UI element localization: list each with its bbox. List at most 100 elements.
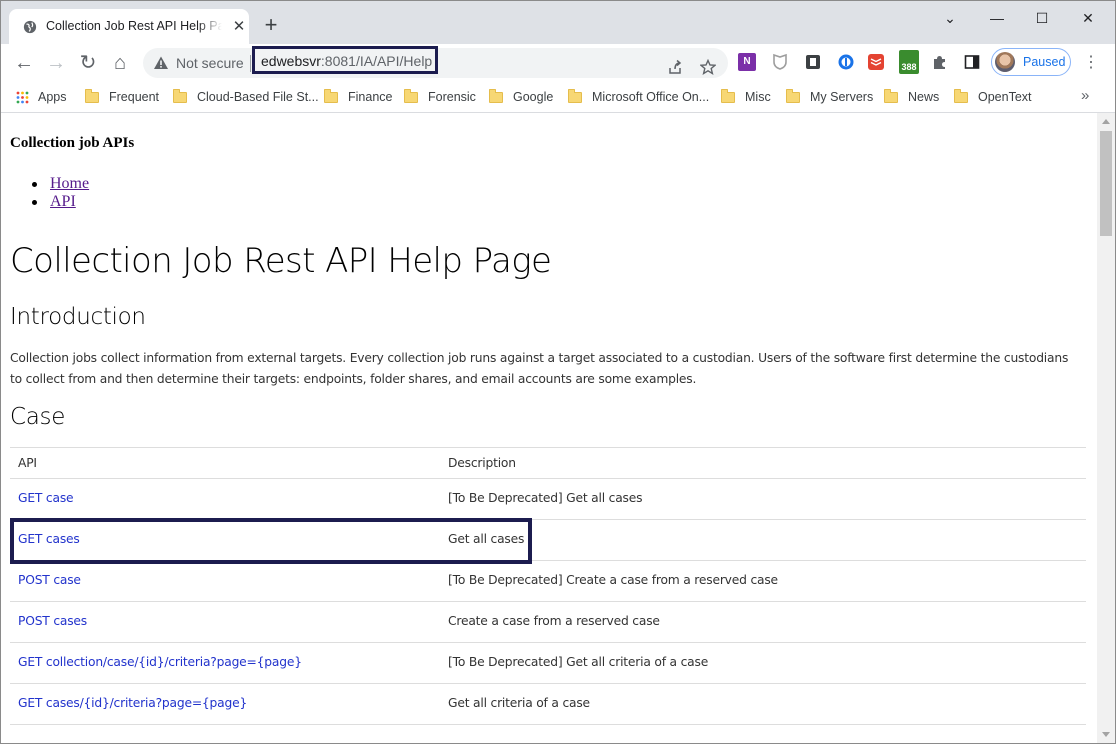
api-link[interactable]: POST cases [18, 614, 87, 628]
api-link[interactable]: API [50, 193, 76, 210]
reload-button[interactable]: ↻ [75, 50, 101, 76]
api-cell: GET collection/case/{id}/criteria?page={… [18, 655, 302, 669]
api-link[interactable]: POST case [18, 573, 81, 587]
bookmark-folder-finance[interactable]: Finance [324, 88, 392, 106]
section-heading-case: Case [10, 404, 66, 430]
bookmark-label: My Servers [810, 90, 874, 104]
tab-close-icon[interactable]: ✕ [231, 19, 247, 35]
tab-active[interactable]: Collection Job Rest API Help Page ✕ [9, 9, 249, 44]
table-bottom-border [10, 724, 1086, 735]
bookmark-label: OpenText [978, 90, 1032, 104]
bookmark-label: Frequent [109, 90, 160, 104]
tab-title: Collection Job Rest API Help Page [46, 19, 222, 33]
security-status[interactable]: Not secure [176, 55, 244, 71]
bookmark-label: Cloud-Based File St... [197, 90, 319, 104]
api-cell: POST cases [18, 614, 87, 628]
puzzle-icon[interactable] [931, 53, 949, 71]
counter-badge: 388 [901, 62, 917, 72]
folder-icon [404, 89, 418, 104]
bookmark-label: Microsoft Office On... [592, 90, 710, 104]
bookmark-star-icon[interactable] [700, 59, 716, 75]
folder-icon [568, 89, 582, 104]
description-cell: Create a case from a reserved case [448, 614, 660, 628]
vertical-scrollbar[interactable] [1097, 113, 1115, 743]
bookmark-label: Google [513, 90, 554, 104]
bookmark-folder-frequent[interactable]: Frequent [85, 88, 159, 106]
description-cell: Get all criteria of a case [448, 696, 590, 710]
share-icon[interactable] [667, 59, 683, 75]
bookmark-folder-opentext[interactable]: OpenText [954, 88, 1032, 106]
minimize-button[interactable]: — [977, 7, 1017, 29]
table-row: GET case [To Be Deprecated] Get all case… [10, 478, 1086, 519]
home-link[interactable]: Home [50, 175, 89, 192]
back-button[interactable]: ← [11, 50, 37, 76]
bookmarks-overflow-icon[interactable]: » [1081, 87, 1089, 104]
url-path: :8081/IA/API/Help [320, 53, 433, 69]
bookmark-folder-google[interactable]: Google [489, 88, 553, 106]
api-link[interactable]: GET cases/{id}/criteria?page={page} [18, 696, 247, 710]
api-link[interactable]: GET collection/case/{id}/criteria?page={… [18, 655, 302, 669]
menu-icon[interactable]: ⋮ [1083, 53, 1099, 73]
folder-icon [85, 89, 99, 104]
counter-extension-icon[interactable]: 388 [899, 50, 919, 74]
scroll-down-icon[interactable] [1102, 732, 1110, 737]
page-title: Collection Job Rest API Help Page [10, 241, 552, 281]
home-button[interactable]: ⌂ [107, 50, 133, 76]
tab-strip: Collection Job Rest API Help Page ✕ + ⌄ … [1, 1, 1115, 44]
nav-item-home: Home [31, 175, 89, 193]
shield-extension-icon[interactable] [771, 53, 789, 71]
folder-icon [954, 89, 968, 104]
column-header-description: Description [448, 456, 516, 470]
browser-toolbar: ← → ↻ ⌂ Not secure N 388 Paused ⋮ [1, 44, 1115, 82]
avatar [995, 52, 1015, 72]
apps-grid-icon [16, 91, 29, 104]
bookmark-label: Finance [348, 90, 393, 104]
api-cell: GET case [18, 491, 74, 505]
table-row: GET collection/case/{id}/criteria?page={… [10, 642, 1086, 683]
bookmark-label: News [908, 90, 940, 104]
table-header: API Description [10, 447, 1086, 478]
scrollbar-thumb[interactable] [1100, 131, 1112, 236]
password-extension-icon[interactable] [837, 53, 855, 71]
folder-icon [489, 89, 503, 104]
bookmark-folder-my-servers[interactable]: My Servers [786, 88, 873, 106]
table-row: GET cases/{id}/criteria?page={page} Get … [10, 683, 1086, 724]
description-cell: [To Be Deprecated] Get all cases [448, 491, 643, 505]
api-cell: GET cases/{id}/criteria?page={page} [18, 696, 247, 710]
bookmark-folder-news[interactable]: News [884, 88, 939, 106]
maximize-button[interactable]: ☐ [1022, 7, 1062, 29]
folder-icon [721, 89, 735, 104]
bookmark-apps[interactable]: Apps [16, 88, 67, 106]
scroll-up-icon[interactable] [1102, 119, 1110, 124]
forward-button[interactable]: → [43, 50, 69, 76]
bookmark-folder-forensic[interactable]: Forensic [404, 88, 476, 106]
bookmark-label: Forensic [428, 90, 476, 104]
api-link[interactable]: GET case [18, 491, 74, 505]
column-header-api: API [18, 456, 37, 470]
side-panel-icon[interactable] [963, 53, 981, 71]
todoist-icon[interactable] [867, 53, 885, 71]
table-row: POST cases Create a case from a reserved… [10, 601, 1086, 642]
url-host: edwebsvr [261, 53, 321, 69]
folder-icon [324, 89, 338, 104]
folder-icon [786, 89, 800, 104]
separator [250, 55, 251, 72]
bookmark-folder-cloud[interactable]: Cloud-Based File St... [173, 88, 319, 106]
warning-icon [154, 56, 168, 69]
api-table: API Description GET case [To Be Deprecat… [10, 447, 1086, 735]
row-highlight-box [10, 518, 532, 564]
description-cell: [To Be Deprecated] Create a case from a … [448, 573, 778, 587]
new-tab-button[interactable]: + [260, 14, 282, 36]
tab-search-icon[interactable]: ⌄ [930, 7, 970, 29]
intro-text: Collection jobs collect information from… [10, 351, 1069, 386]
description-cell: [To Be Deprecated] Get all criteria of a… [448, 655, 709, 669]
profile-button[interactable]: Paused [991, 48, 1071, 76]
bookmark-folder-misc[interactable]: Misc [721, 88, 771, 106]
profile-status: Paused [1023, 55, 1066, 69]
folder-icon [884, 89, 898, 104]
document-extension-icon[interactable] [804, 53, 822, 71]
url-text[interactable]: edwebsvr:8081/IA/API/Help [261, 53, 432, 69]
onenote-icon[interactable]: N [738, 53, 756, 71]
bookmark-folder-office[interactable]: Microsoft Office On... [568, 88, 709, 106]
close-window-button[interactable]: ✕ [1068, 7, 1108, 29]
